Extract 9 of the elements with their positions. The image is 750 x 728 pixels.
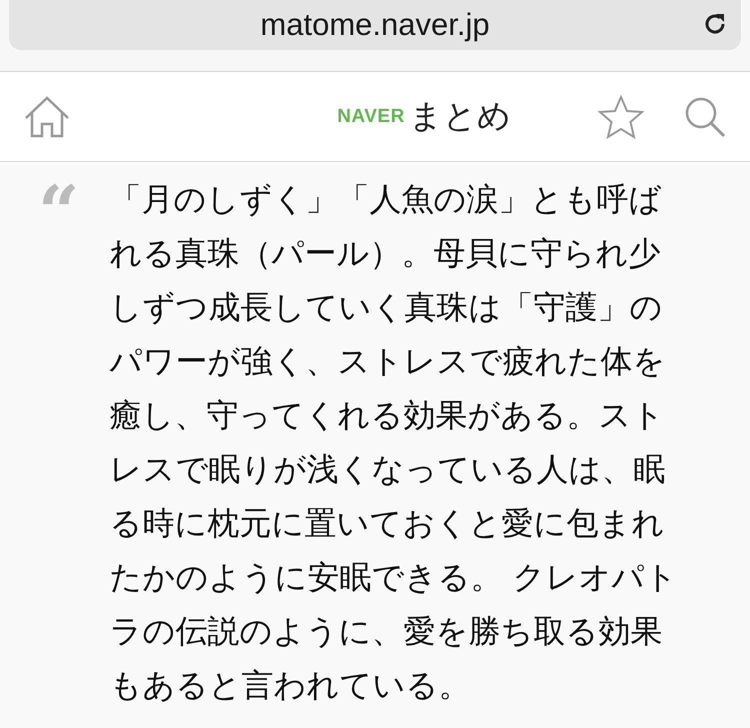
- logo-title: まとめ: [408, 95, 511, 137]
- url-text: matome.naver.jp: [260, 7, 490, 43]
- home-icon[interactable]: [24, 96, 70, 138]
- logo-brand: NAVER: [337, 106, 405, 128]
- star-icon[interactable]: [598, 94, 644, 138]
- address-bar[interactable]: matome.naver.jp: [9, 0, 741, 50]
- search-icon[interactable]: [684, 96, 726, 138]
- quote-text: 「月のしずく」「人魚の涙」とも呼ばれる真珠（パール）。母貝に守られ少しずつ成長していく真珠は「守護」のパワーが強く、ストレスで疲れた体を癒し、守ってくれる効果がある。ストレスで眠りが浅くなっている人は、眠る時に枕元に置いておくと愛に包まれたかのように安眠できる。 クレオパトラの伝説のように、愛を勝ち取る効果もあると言われている。: [109, 179, 679, 706]
- quote-mark: “: [38, 176, 80, 220]
